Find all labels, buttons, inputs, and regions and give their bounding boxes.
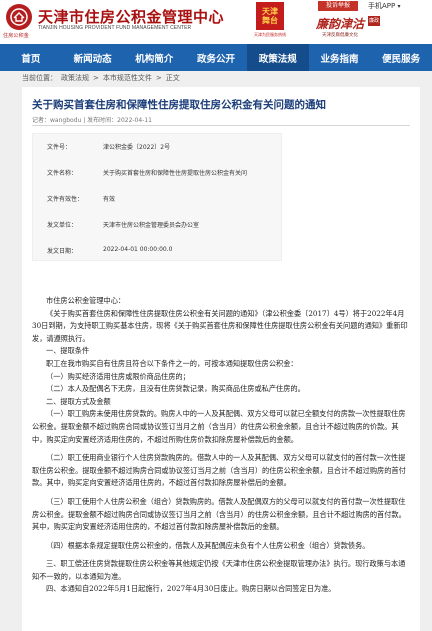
breadcrumb-item: 正文 [165, 74, 180, 82]
site-title[interactable]: 天津市住房公积金管理中心 [38, 6, 224, 27]
nav-item[interactable]: 业务指南 [309, 44, 371, 71]
breadcrumb-prefix: 当前位置： [22, 74, 57, 82]
nav-item[interactable]: 政务公开 [185, 44, 247, 71]
article-paragraph: （四）根据本条规定提取住房公积金的，借款人及其配偶应未负有个人住房公积金（组合）… [46, 540, 370, 550]
divider [32, 125, 410, 126]
article-paragraph: （一）购买经济适用住房或限价商品住房的； [46, 371, 190, 381]
slogan-tag: 廉政 [368, 16, 381, 26]
document-info-box: 文件号： 津公积金委〔2022〕2号文件名称： 关于购买首套住房和保障性住房提取住房… [32, 133, 282, 261]
breadcrumb-item[interactable]: 本市规范性文件 [103, 74, 152, 82]
breadcrumb-separator: > [155, 74, 162, 82]
breadcrumb-item[interactable]: 政策法规 [61, 74, 89, 82]
chevron-down-icon: ▾ [397, 3, 401, 10]
doc-info-row: 发文单位： 天津市住房公积金管理委员会办公室 [33, 212, 283, 238]
nav-item[interactable]: 机构简介 [123, 44, 185, 71]
article-card: 关于购买首套住房和保障性住房提取住房公积金有关问题的通知 记者：wangbodu… [22, 87, 420, 631]
nav-item[interactable]: 首页 [0, 44, 62, 71]
article-paragraph: 三、职工偿还住房贷款提取住房公积金等其他规定仍按《天津市住房公积金提取管理办法》… [32, 559, 406, 581]
doc-info-row: 文件有效性： 有效 [33, 186, 283, 212]
nav-item[interactable]: 便民服务 [370, 44, 432, 71]
article-paragraph: 二、提取方式及金额 [46, 396, 111, 406]
logo-caption: 住房公积金 [3, 33, 30, 39]
mobile-app-label: 手机APP [368, 2, 396, 10]
doc-info-label: 发文单位： [47, 222, 78, 229]
breadcrumb: 当前位置： 政策法规 > 本市规范性文件 > 正文 [22, 73, 184, 83]
doc-info-value: 有效 [103, 196, 116, 203]
main-nav: 首页 新闻动态 机构简介 政务公开 政策法规 业务指南 便民服务 [0, 44, 432, 71]
slogan-subtitle: 天津反腐倡廉文化 [322, 33, 358, 38]
doc-info-value: 津公积金委〔2022〕2号 [103, 144, 171, 151]
doc-info-label: 文件号： [47, 144, 72, 151]
article-paragraph: 职工在我市购买自有住房且符合以下条件之一的，可按本通知提取住房公积金： [46, 358, 298, 368]
article-paragraph: 四、本通知自2022年5月1日起施行，2027年4月30日废止。购房日期以合同签… [46, 584, 336, 594]
article-title: 关于购买首套住房和保障性住房提取住房公积金有关问题的通知 [32, 99, 326, 111]
doc-info-label: 发文日期： [47, 248, 78, 255]
mobile-app-link[interactable]: 手机APP ▾ [368, 1, 400, 11]
doc-info-label: 文件有效性： [47, 196, 84, 203]
doc-info-label: 文件名称： [47, 170, 78, 177]
breadcrumb-separator: > [93, 74, 99, 82]
doc-info-row: 文件号： 津公积金委〔2022〕2号 [33, 134, 283, 160]
article-paragraph: （三）职工使用个人住房公积金（组合）贷款购房的。借款人及配偶双方的父母可以就支付… [32, 496, 406, 532]
doc-info-row: 文件名称： 关于购买首套住房和保障性住房提取住房公积金有关问 [33, 160, 283, 186]
article-paragraph: 市住房公积金管理中心： [46, 296, 126, 305]
article-paragraph: （二）职工使用商业银行个人住房贷款购房的。借款人中的一人及其配偶、双方父母可以就… [32, 453, 406, 488]
article-paragraph: （一）职工购房未使用住房贷款的。购房人中的一人及其配偶、双方父母可以就已全额支付… [32, 409, 406, 444]
article-body: 市住房公积金管理中心： 《关于购买首套住房和保障性住房提取住房公积金有关问题的通知… [32, 295, 412, 596]
slogan-banner[interactable]: 廉韵津沽 [316, 15, 364, 32]
doc-info-value: 2022-04-01 00:00:00.0 [103, 246, 173, 253]
site-logo-icon[interactable] [6, 4, 32, 30]
site-header: 住房公积金 天津市住房公积金管理中心 TIANJIN HOUSING PROVI… [0, 0, 432, 44]
emblem-badge-icon[interactable]: 天津 舞台 [256, 2, 284, 30]
article-meta: 记者：wangbodu | 发布时间：2022-04-11 [32, 117, 152, 124]
emblem-caption: 天津为民服务热线 [254, 32, 286, 37]
doc-info-value: 关于购买首套住房和保障性住房提取住房公积金有关问 [103, 170, 248, 177]
article-paragraph: （二）本人及配偶名下无房，且没有住房贷款记录，购买商品住房或私产住房的。 [46, 384, 305, 394]
doc-info-row: 发文日期： 2022-04-01 00:00:00.0 [33, 238, 283, 264]
nav-item[interactable]: 新闻动态 [62, 44, 124, 71]
article-paragraph: 《关于购买首套住房和保障性住房提取住房公积金有关问题的通知》（津公积金委〔201… [32, 308, 408, 343]
article-paragraph: 一、提取条件 [46, 346, 90, 356]
site-subtitle: TIANJIN HOUSING PROVIDENT FUND MANAGEMEN… [38, 25, 192, 31]
page: { "header": { "title": "天津市住房公积金管理中心", "… [0, 0, 432, 631]
doc-info-value: 天津市住房公积金管理委员会办公室 [103, 222, 200, 229]
complaint-link[interactable]: 投诉举报 [318, 1, 358, 11]
nav-item[interactable]: 政策法规 [246, 44, 309, 71]
